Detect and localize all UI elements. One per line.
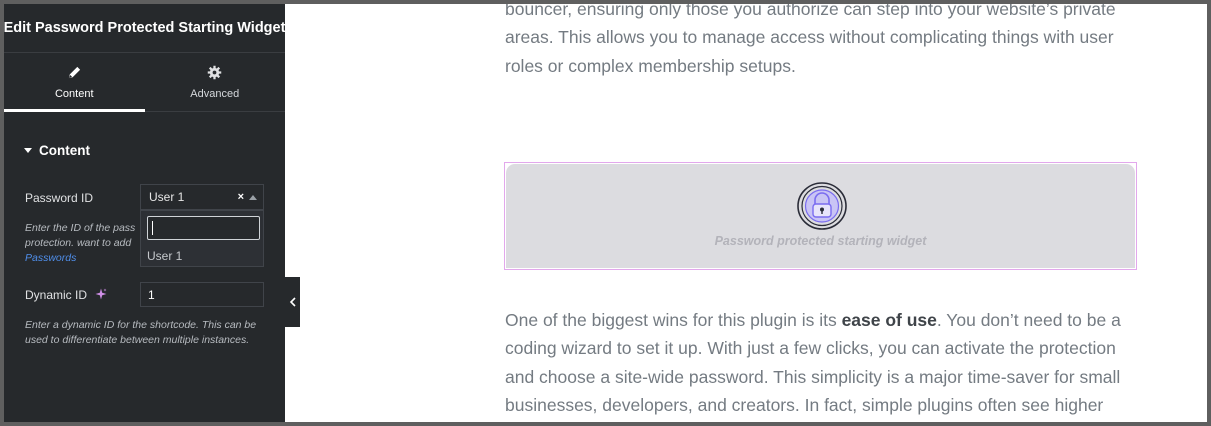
dropdown-option-user-1[interactable]: User 1	[147, 249, 182, 263]
password-id-select[interactable]: User 1 ×	[140, 184, 264, 210]
chevron-left-icon	[289, 297, 296, 307]
chevron-up-icon[interactable]	[249, 195, 257, 200]
tab-content[interactable]: Content	[4, 53, 145, 112]
dynamic-id-label: Dynamic ID	[25, 288, 88, 302]
content-section-toggle[interactable]: Content	[24, 143, 90, 158]
tab-advanced[interactable]: Advanced	[145, 53, 286, 111]
page-preview: bouncer, ensuring only those you authori…	[285, 4, 1207, 422]
para-top-line2: areas. This allows you to manage access …	[505, 27, 1114, 48]
para-top-line3: roles or complex membership setups.	[505, 55, 796, 76]
password-id-help-line2: protection. want to add	[25, 237, 132, 249]
para-bottom-line1-post: . You don’t need to be a	[936, 310, 1121, 330]
widget-label: Password protected starting widget	[714, 234, 927, 248]
paragraph-bottom: One of the biggest wins for this plugin …	[505, 306, 1155, 419]
password-id-label: Password ID	[25, 191, 94, 205]
lock-fingerprint-icon	[797, 182, 847, 230]
tab-content-label: Content	[54, 87, 94, 100]
para-bottom-line1: One of the biggest wins for this plugin …	[505, 306, 1155, 334]
para-bottom-line2: coding wizard to set it up. With just a …	[505, 338, 1116, 359]
editor-window: Edit Password Protected Starting Widget …	[4, 4, 1207, 422]
para-bottom-line4: businesses, developers, and creators. In…	[505, 394, 1104, 415]
dynamic-id-help: Enter a dynamic ID for the shortcode. Th…	[25, 319, 257, 346]
para-bottom-line3: and choose a site-wide password. This si…	[505, 366, 1121, 387]
text-cursor	[152, 221, 153, 235]
password-id-help: Enter the ID of the pass protection. wan…	[25, 221, 145, 266]
caret-down-icon	[24, 148, 32, 153]
dynamic-tags-icon[interactable]	[95, 288, 107, 303]
pencil-icon	[67, 65, 82, 83]
collapse-panel-button[interactable]	[285, 277, 300, 327]
dynamic-id-label-row: Dynamic ID	[25, 288, 107, 303]
widget-placeholder: Password protected starting widget	[506, 164, 1135, 268]
password-id-help-line1: Enter the ID of the pass	[25, 222, 136, 234]
para-bottom-bold: ease of use	[841, 310, 937, 330]
tab-advanced-label: Advanced	[190, 87, 240, 100]
clear-selection-icon[interactable]: ×	[238, 191, 244, 203]
password-id-selected-value: User 1	[149, 190, 185, 204]
dropdown-search-input[interactable]	[147, 216, 260, 240]
dynamic-id-input[interactable]: 1	[140, 282, 264, 307]
section-title-label: Content	[39, 143, 90, 158]
password-id-dropdown: User 1	[140, 210, 264, 267]
gear-icon	[207, 65, 222, 83]
panel-title: Edit Password Protected Starting Widget	[4, 4, 285, 53]
passwords-link[interactable]: Passwords	[25, 252, 76, 264]
widget-settings-panel: Edit Password Protected Starting Widget …	[4, 4, 285, 422]
para-top-line1: bouncer, ensuring only those you authori…	[505, 4, 1116, 19]
panel-tabs: Content Advanced	[4, 53, 285, 112]
password-protected-widget[interactable]: Password protected starting widget	[504, 162, 1137, 270]
paragraph-top: bouncer, ensuring only those you authori…	[505, 4, 1145, 80]
para-bottom-line1-pre: One of the biggest wins for this plugin …	[505, 310, 842, 330]
